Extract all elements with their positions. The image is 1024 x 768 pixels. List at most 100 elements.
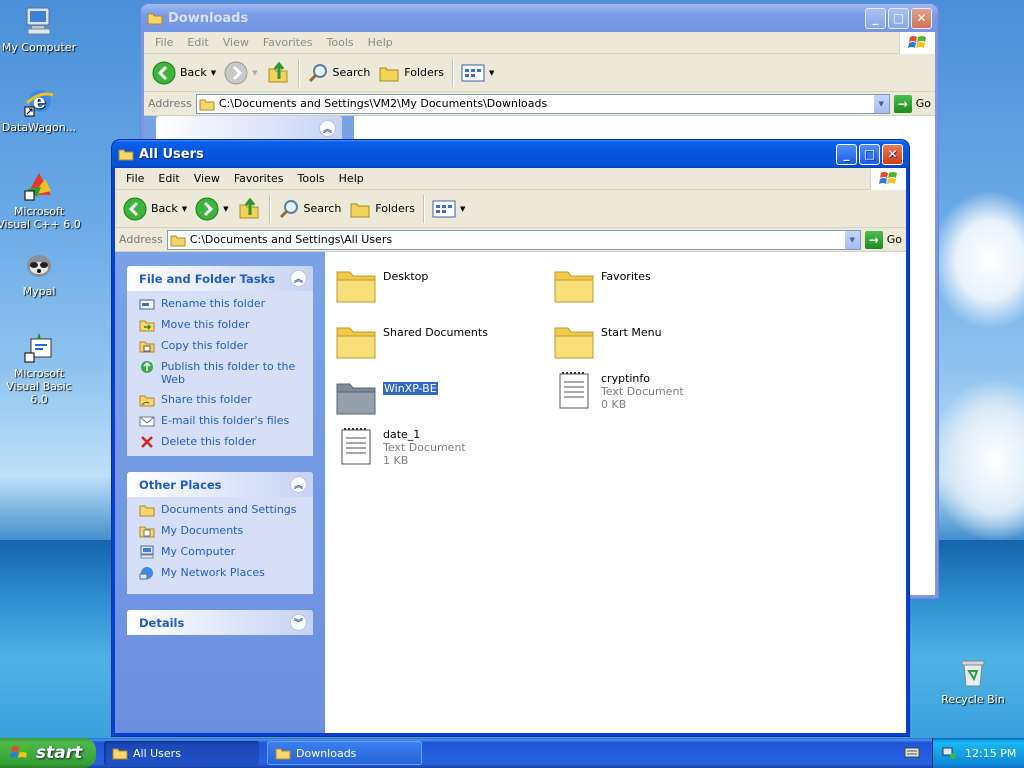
maximize-button[interactable]: □ — [888, 7, 909, 29]
desktop-icon-my-computer[interactable]: My Computer — [0, 4, 82, 54]
expand-chevron-icon[interactable]: ︾ — [290, 614, 307, 631]
taskbar-button-label: Downloads — [296, 746, 357, 760]
windows-logo-icon — [10, 746, 28, 758]
collapse-chevron-icon[interactable]: ︽ — [319, 120, 336, 137]
file-name: WinXP-BE — [382, 381, 439, 396]
keyboard-icon[interactable] — [904, 745, 920, 762]
task-publish-web[interactable]: Publish this folder to the Web — [139, 360, 313, 386]
up-folder-button[interactable] — [262, 58, 294, 88]
network-status-icon[interactable] — [941, 745, 957, 761]
maximize-button[interactable]: □ — [859, 143, 880, 165]
forward-button[interactable]: ▼ — [220, 58, 261, 88]
downloads-titlebar[interactable]: Downloads _ □ ✕ — [141, 4, 938, 32]
file-folder-tasks-header[interactable]: File and Folder Tasks ︽ — [127, 266, 313, 291]
desktop-icon-visual-basic[interactable]: Microsoft Visual Basic 6.0 — [0, 330, 82, 406]
go-button[interactable]: → Go — [864, 230, 902, 249]
menu-view[interactable]: View — [216, 36, 256, 49]
desktop-icon-recycle-bin[interactable]: Recycle Bin — [930, 656, 1016, 706]
file-item-favorites[interactable]: Favorites — [553, 264, 651, 306]
search-button[interactable]: Search — [274, 194, 346, 224]
file-item-date-1[interactable]: date_1 Text Document 1 KB — [335, 426, 466, 468]
desktop-icon-visual-cpp[interactable]: Microsoft Visual C++ 6.0 — [0, 168, 82, 231]
address-dropdown-button[interactable]: ▼ — [843, 230, 860, 249]
chevron-down-icon[interactable]: ▼ — [489, 69, 494, 77]
up-folder-button[interactable] — [233, 194, 265, 224]
panel-title: Details — [139, 615, 185, 630]
task-email-files[interactable]: E-mail this folder's files — [139, 414, 313, 428]
menu-view[interactable]: View — [187, 172, 227, 185]
views-button[interactable]: ▼ — [428, 194, 469, 224]
desktop-icon-datawagon[interactable]: e DataWagon... — [0, 84, 82, 134]
forward-button[interactable]: ▼ — [191, 194, 232, 224]
place-my-documents[interactable]: My Documents — [139, 524, 313, 538]
standard-toolbar: Back ▼ ▼ Search Folders ▼ — [115, 190, 906, 228]
close-button[interactable]: ✕ — [911, 7, 932, 29]
file-item-desktop[interactable]: Desktop — [335, 264, 428, 306]
minimize-button[interactable]: _ — [865, 7, 886, 29]
menu-edit[interactable]: Edit — [180, 36, 215, 49]
other-places-panel: Other Places ︽ Documents and Settings My… — [127, 472, 313, 594]
menu-tools[interactable]: Tools — [291, 172, 332, 185]
address-input[interactable]: C:\Documents and Settings\All Users ▼ — [166, 229, 861, 250]
back-button[interactable]: Back ▼ — [148, 58, 220, 88]
task-rename-folder[interactable]: Rename this folder — [139, 297, 313, 311]
folders-button[interactable]: Folders — [374, 58, 448, 88]
all-users-window[interactable]: All Users _ □ ✕ File Edit View Favorites… — [112, 140, 909, 736]
task-share-folder[interactable]: Share this folder — [139, 393, 313, 407]
close-button[interactable]: ✕ — [882, 143, 903, 165]
desktop-icon-mypal[interactable]: Mypal — [0, 248, 82, 298]
file-item-shared-documents[interactable]: Shared Documents — [335, 320, 488, 362]
taskbar-button-downloads[interactable]: Downloads — [267, 741, 422, 765]
collapse-chevron-icon[interactable]: ︽ — [290, 270, 307, 287]
chevron-down-icon[interactable]: ▼ — [460, 205, 465, 213]
menu-tools[interactable]: Tools — [320, 36, 361, 49]
file-type: Text Document — [383, 441, 466, 454]
folders-button[interactable]: Folders — [345, 194, 419, 224]
folders-label: Folders — [375, 202, 416, 215]
menu-help[interactable]: Help — [361, 36, 400, 49]
details-header[interactable]: Details ︾ — [127, 610, 313, 635]
all-users-titlebar[interactable]: All Users _ □ ✕ — [112, 140, 909, 168]
start-button[interactable]: start — [0, 738, 96, 768]
task-copy-folder[interactable]: Copy this folder — [139, 339, 313, 353]
search-button[interactable]: Search — [303, 58, 375, 88]
search-icon — [279, 199, 298, 218]
go-button[interactable]: → Go — [893, 94, 931, 113]
file-folder-tasks-panel: File and Folder Tasks ︽ Rename this fold… — [127, 266, 313, 456]
file-item-start-menu[interactable]: Start Menu — [553, 320, 662, 362]
menu-help[interactable]: Help — [332, 172, 371, 185]
task-move-folder[interactable]: Move this folder — [139, 318, 313, 332]
file-item-cryptinfo[interactable]: cryptinfo Text Document 0 KB — [553, 370, 684, 412]
minimize-button[interactable]: _ — [836, 143, 857, 165]
text-document-icon — [341, 428, 371, 465]
menu-file[interactable]: File — [119, 172, 151, 185]
back-button[interactable]: Back ▼ — [119, 194, 191, 224]
address-dropdown-button[interactable]: ▼ — [872, 94, 889, 113]
folder-icon — [336, 271, 376, 303]
menu-favorites[interactable]: Favorites — [256, 36, 320, 49]
file-item-winxp-be[interactable]: WinXP-BE — [335, 376, 439, 418]
views-button[interactable]: ▼ — [457, 58, 498, 88]
file-name: date_1 — [383, 428, 421, 441]
chevron-down-icon[interactable]: ▼ — [223, 205, 228, 213]
place-my-computer[interactable]: My Computer — [139, 545, 313, 559]
chevron-down-icon[interactable]: ▼ — [211, 69, 216, 77]
task-delete-folder[interactable]: Delete this folder — [139, 435, 313, 449]
taskbar-button-all-users[interactable]: All Users — [104, 741, 259, 765]
menu-edit[interactable]: Edit — [151, 172, 186, 185]
share-folder-icon — [139, 395, 155, 407]
menu-favorites[interactable]: Favorites — [227, 172, 291, 185]
clock[interactable]: 12:15 PM — [965, 747, 1016, 760]
menu-file[interactable]: File — [148, 36, 180, 49]
place-my-network-places[interactable]: My Network Places — [139, 566, 313, 580]
window-title: Downloads — [168, 10, 249, 26]
chevron-down-icon[interactable]: ▼ — [182, 205, 187, 213]
address-input[interactable]: C:\Documents and Settings\VM2\My Documen… — [195, 93, 890, 114]
other-places-header[interactable]: Other Places ︽ — [127, 472, 313, 497]
folders-label: Folders — [404, 66, 445, 79]
place-documents-and-settings[interactable]: Documents and Settings — [139, 503, 313, 517]
collapse-chevron-icon[interactable]: ︽ — [290, 476, 307, 493]
folder-icon — [139, 505, 155, 517]
details-panel: Details ︾ — [127, 610, 313, 635]
chevron-down-icon[interactable]: ▼ — [252, 69, 257, 77]
